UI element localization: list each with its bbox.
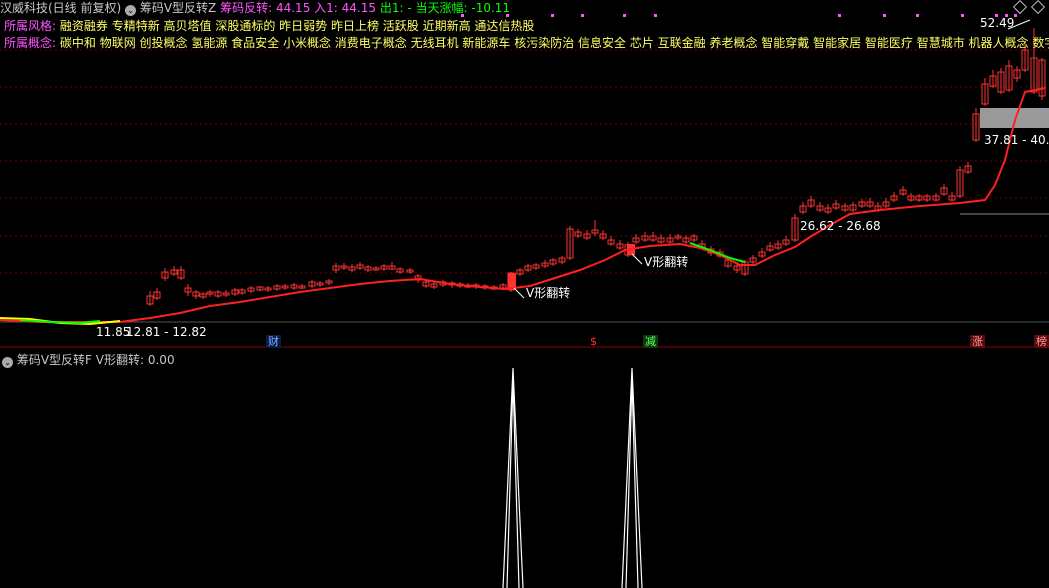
top-marker [654, 14, 657, 17]
grid-lines [0, 49, 1049, 274]
range-label-1: 37.81 - 40.8 [984, 133, 1049, 147]
main-price-chart[interactable] [0, 0, 1049, 348]
v-signal-spike-2 [621, 367, 643, 588]
v-signal-arrow-1 [513, 287, 525, 299]
item2-label: 入1: [314, 1, 342, 15]
style-row: 所属风格: 融资融券 专精特新 高贝塔值 深股通标的 昨日弱势 昨日上榜 活跃股… [4, 17, 534, 34]
style-row-label: 所属风格: [4, 19, 57, 33]
top-marker [581, 14, 584, 17]
item4-value: -10.11 [471, 1, 511, 15]
event-tag-rise[interactable]: 涨 [970, 335, 985, 348]
chevron-circle-icon[interactable]: ⌄ [125, 5, 137, 16]
item2-value: 44.15 [341, 1, 377, 15]
moving-average-line [0, 87, 1046, 323]
item3-label: 出1: [379, 1, 408, 15]
high-price-label: 52.49 [980, 16, 1015, 30]
sub-item-value: 0.00 [147, 353, 175, 367]
event-tag-dollar[interactable]: $ [588, 335, 599, 348]
event-tag-finance[interactable]: 财 [266, 335, 281, 348]
concept-row-text: 碳中和 物联网 创投概念 氢能源 食品安全 小米概念 消费电子概念 无线耳机 新… [59, 36, 1049, 50]
v-signal-spike-1 [502, 367, 524, 588]
chart-header: 汉威科技(日线 前复权) ⌄ 筹码V型反转Z 筹码反转: 44.15 入1: 4… [0, 0, 510, 16]
concept-row: 所属概念: 碳中和 物联网 创投概念 氢能源 食品安全 小米概念 消费电子概念 … [4, 34, 1049, 51]
top-marker [961, 14, 964, 17]
top-marker [1014, 14, 1017, 17]
event-tag-reduce[interactable]: 减 [643, 335, 658, 348]
sub-chart-header: ⌄ 筹码V型反转F V形翻转: 0.00 [2, 351, 175, 368]
top-marker [916, 14, 919, 17]
v-signal-spike-1-inner [506, 379, 520, 588]
v-signal-spike-2-inner [625, 379, 639, 588]
top-marker-row [461, 14, 1017, 17]
top-marker [623, 14, 626, 17]
item1-label: 筹码反转: [220, 1, 276, 15]
concept-row-label: 所属概念: [4, 36, 57, 50]
sub-indicator-name[interactable]: 筹码V型反转F [17, 353, 92, 367]
sub-indicator-chart[interactable] [0, 350, 1049, 588]
chevron-circle-icon[interactable]: ⌄ [2, 357, 13, 368]
v-signal-label-1: V形翻转 [526, 286, 571, 300]
sub-item-label: V形翻转: [95, 353, 148, 367]
item1-value: 44.15 [275, 1, 311, 15]
v-signal-arrow-2 [631, 253, 643, 265]
item3-value: - [407, 1, 412, 15]
top-marker [551, 14, 554, 17]
range-label-3: 12.81 - 12.82 [126, 325, 207, 339]
event-tag-list[interactable]: 榜 [1034, 335, 1049, 348]
stock-title[interactable]: 汉威科技(日线 前复权) [0, 1, 121, 15]
v-signal-label-2: V形翻转 [644, 255, 689, 269]
top-marker [838, 14, 841, 17]
item4-label: 当天涨幅: [415, 1, 472, 15]
mid-green-line [689, 242, 746, 263]
low-price-label: 11.85 [96, 325, 131, 339]
indicator-name[interactable]: 筹码V型反转Z [140, 1, 216, 15]
style-row-text: 融资融券 专精特新 高贝塔值 深股通标的 昨日弱势 昨日上榜 活跃股 近期新高 … [59, 19, 535, 33]
range-label-2: 26.62 - 26.68 [800, 219, 881, 233]
top-marker [883, 14, 886, 17]
